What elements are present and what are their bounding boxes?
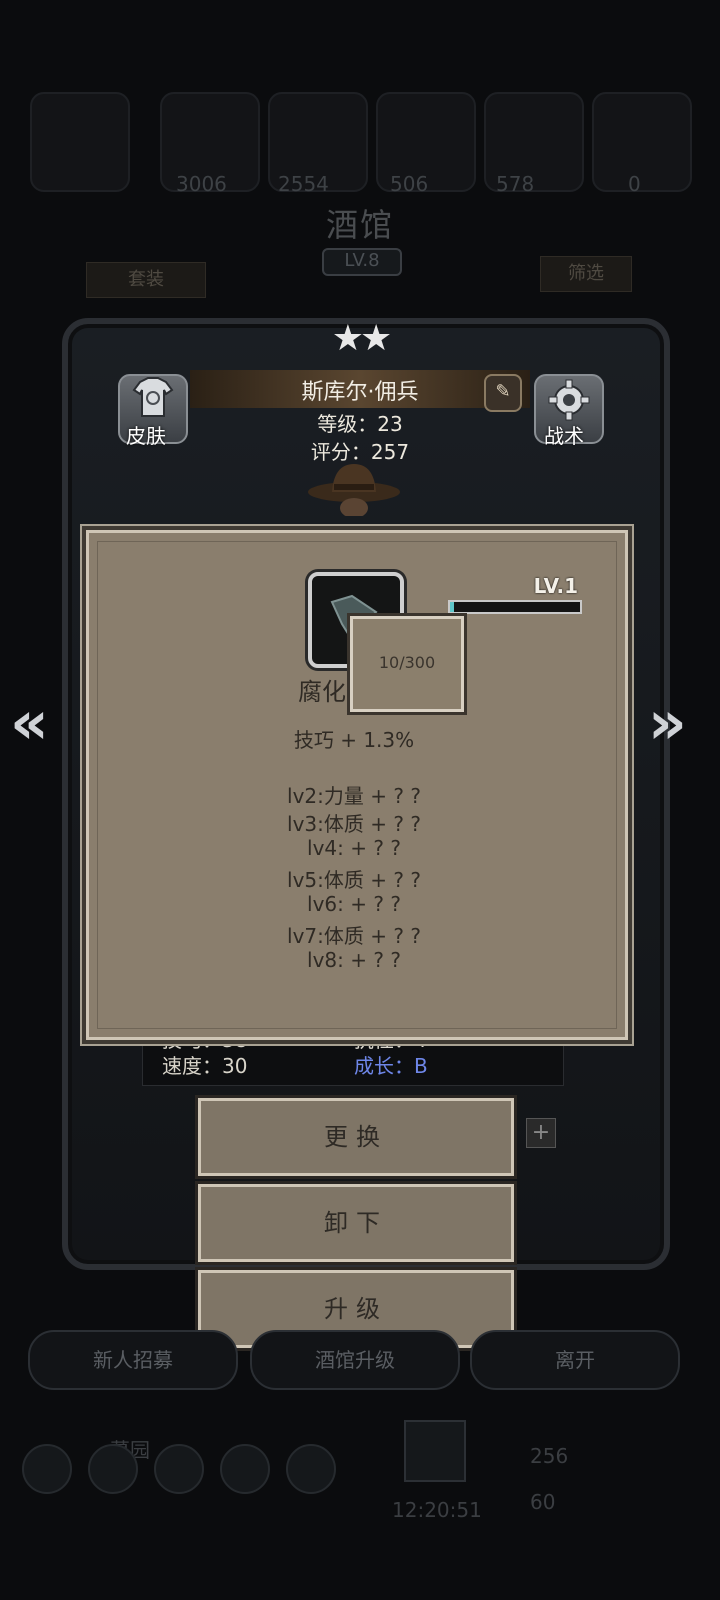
tavern-title: 酒馆 xyxy=(325,206,394,244)
next-hero-arrow[interactable]: » xyxy=(648,688,687,758)
unequip-button[interactable]: 卸下 xyxy=(198,1184,514,1262)
set-button[interactable]: 套装 xyxy=(86,262,206,298)
recruit-button[interactable]: 新人招募 xyxy=(28,1330,238,1390)
xp-tooltip: 10/300 xyxy=(350,616,464,712)
leave-button[interactable]: 离开 xyxy=(470,1330,680,1390)
resource-count: 3006 xyxy=(176,172,227,196)
upgrade-line: lv2:力量 + ? ? xyxy=(287,784,421,808)
resource-slot-1 xyxy=(30,92,130,192)
plus-icon[interactable]: + xyxy=(526,1118,556,1148)
resource-count: 578 xyxy=(496,172,535,196)
skin-label: 皮肤 xyxy=(126,424,166,448)
shirt-icon xyxy=(132,377,174,417)
clock-text: 12:20:51 xyxy=(392,1498,482,1522)
resource-count: 0 xyxy=(628,172,641,196)
hero-portrait xyxy=(308,464,400,516)
tavern-upgrade-button[interactable]: 酒馆升级 xyxy=(250,1330,460,1390)
xp-bar-fill xyxy=(450,602,455,612)
upgrade-line: lv8: + ? ? xyxy=(307,948,401,972)
upgrade-line: lv6: + ? ? xyxy=(307,892,401,916)
menu-icon[interactable] xyxy=(22,1444,72,1494)
replace-button[interactable]: 更换 xyxy=(198,1098,514,1176)
main-effect: 技巧 + 1.3% xyxy=(293,728,415,752)
resource-slot-6 xyxy=(592,92,692,192)
menu-icon[interactable] xyxy=(286,1444,336,1494)
upgrade-line: lv5:体质 + ? ? xyxy=(287,868,421,892)
gear-icon xyxy=(548,379,590,421)
hero-name: 斯库尔·佣兵 xyxy=(301,380,419,405)
edit-name-button[interactable]: ✎ xyxy=(484,374,522,412)
prev-hero-arrow[interactable]: « xyxy=(10,688,49,758)
menu-icon[interactable] xyxy=(88,1444,138,1494)
tavern-level-badge: LV.8 xyxy=(322,248,402,276)
filter-button[interactable]: 筛选 xyxy=(540,256,632,292)
gift-icon[interactable] xyxy=(404,1420,466,1482)
pencil-icon: ✎ xyxy=(495,381,511,402)
xp-bar xyxy=(448,600,582,614)
menu-icon[interactable] xyxy=(220,1444,270,1494)
xp-tooltip-text: 10/300 xyxy=(378,653,436,672)
tactics-label: 战术 xyxy=(544,424,584,448)
upgrade-line: lv4: + ? ? xyxy=(307,836,401,860)
upgrade-line: lv7:体质 + ? ? xyxy=(287,924,421,948)
resource-count: 2554 xyxy=(278,172,329,196)
coin-count: 256 xyxy=(530,1444,569,1468)
item-name: 腐化 xyxy=(298,678,346,706)
item-level: LV.1 xyxy=(533,574,578,598)
stat-speed: 速度：30 xyxy=(162,1054,248,1078)
gem-count: 60 xyxy=(530,1490,556,1514)
resource-count: 506 xyxy=(390,172,429,196)
menu-icon[interactable] xyxy=(154,1444,204,1494)
stat-growth: 成长：B xyxy=(354,1054,428,1078)
star-rating: ★★ xyxy=(331,318,393,359)
hero-level: 等级：23 xyxy=(317,412,403,436)
upgrade-line: lv3:体质 + ? ? xyxy=(287,812,421,836)
